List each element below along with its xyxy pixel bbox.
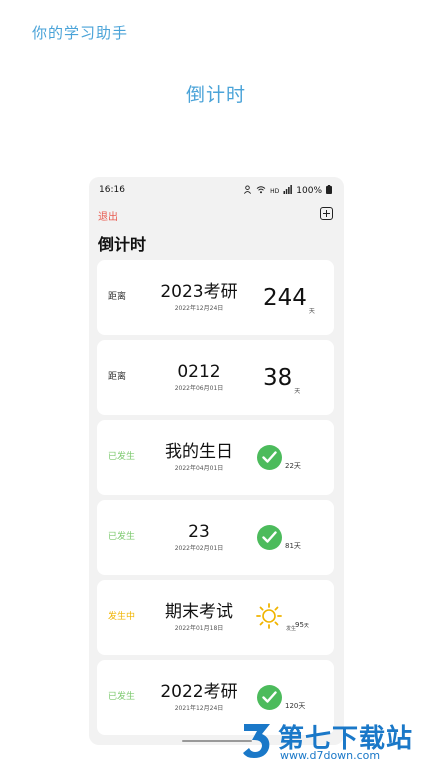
phone-screen: 16:16 HD 100% 退出 倒计时 距离 2023考研 2022年12月2… [89,177,344,745]
days-count: 244 [263,284,307,311]
event-date: 2022年04月01日 [174,465,224,472]
watermark-url: www.d7down.com [280,749,381,762]
status-bar: 16:16 HD 100% [89,183,344,199]
event-status: 已发生 [108,692,136,702]
app-title: 你的学习助手 [32,24,129,42]
days-unit: 天 [303,623,309,629]
signal-icon [283,185,293,197]
wifi-icon [256,185,266,197]
hd-label: HD [270,187,280,195]
event-card[interactable]: 距离 2023考研 2022年12月24日 244 天 [97,260,334,335]
days-unit: 天 [293,542,301,550]
event-name: 2023考研 [160,282,238,302]
check-circle-icon [257,525,282,550]
days-count: 22 [285,462,294,470]
sun-icon [255,602,283,630]
watermark-logo-icon [240,720,274,762]
days-count: 95 [295,621,304,629]
event-name: 23 [188,522,210,542]
event-card[interactable]: 已发生 23 2022年02月01日 81天 [97,500,334,575]
check-circle-icon [257,445,282,470]
days-unit: 天 [308,308,315,315]
event-date: 2022年01月18日 [174,625,224,632]
battery-text: 100% [296,186,322,196]
plus-square-icon[interactable] [320,207,333,220]
event-status: 已发生 [108,452,136,462]
event-name: 我的生日 [165,442,233,462]
event-status: 发生中 [108,612,136,622]
promo-title: 倒计时 [185,84,246,106]
event-status: 距离 [108,372,127,382]
event-date: 2022年12月24日 [174,305,224,312]
event-card[interactable]: 距离 0212 2022年06月01日 38 天 [97,340,334,415]
battery-icon [326,185,332,197]
event-name: 0212 [177,362,221,382]
event-status: 距离 [108,292,127,302]
days-count: 38 [263,364,293,391]
event-date: 2022年06月01日 [174,385,224,392]
days-unit: 天 [298,702,306,710]
event-name: 2022考研 [160,682,238,702]
days-unit: 天 [294,388,301,395]
event-card[interactable]: 已发生 我的生日 2022年04月01日 22天 [97,420,334,495]
person-icon [243,185,252,197]
countdown-list: 距离 2023考研 2022年12月24日 244 天 距离 0212 2022… [97,260,334,740]
event-name: 期末考试 [165,602,233,622]
event-status: 已发生 [108,532,136,542]
days-unit: 天 [293,462,301,470]
exit-button[interactable]: 退出 [98,208,118,223]
status-time: 16:16 [99,185,125,195]
status-indicators: HD 100% [243,185,332,197]
event-date: 2021年12月24日 [174,705,224,712]
screen-title: 倒计时 [98,235,147,254]
days-count: 81 [285,542,294,550]
check-circle-icon [257,685,282,710]
event-date: 2022年02月01日 [174,545,224,552]
watermark: 第七下载站 www.d7down.com [240,718,430,766]
days-count: 120 [285,702,299,710]
promo-page: 你的学习助手 倒计时 16:16 HD 100% 退出 倒计时 距离 2023考… [0,0,432,768]
event-card[interactable]: 发生中 期末考试 2022年01月18日 发生 95天 [97,580,334,655]
